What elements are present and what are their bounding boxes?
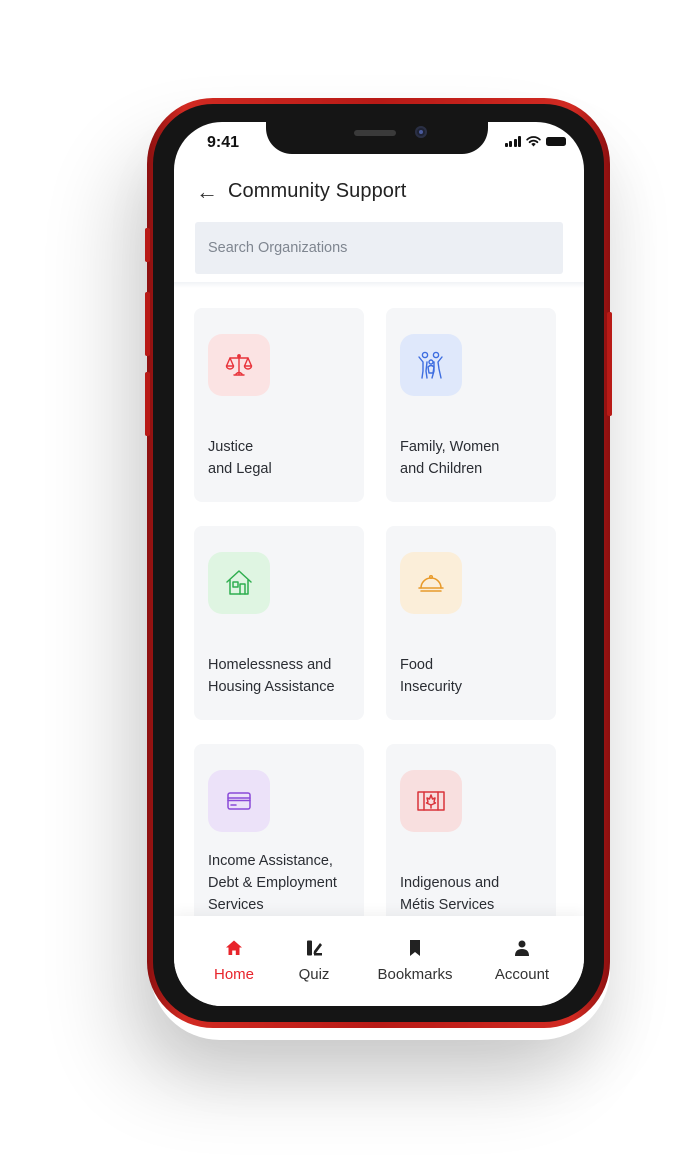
cloche-icon (418, 574, 444, 592)
category-label: Justice and Legal (208, 439, 272, 477)
bookmark-icon (370, 938, 460, 958)
category-label: Food Insecurity (400, 657, 463, 695)
tab-label: Account (494, 966, 550, 983)
tab-account[interactable]: Account (488, 938, 556, 983)
page-title: Community Support (228, 180, 407, 202)
house-icon (226, 570, 252, 595)
icon-box (208, 770, 270, 832)
search-bar (195, 222, 563, 274)
credit-card-icon (227, 792, 251, 810)
tab-quiz[interactable]: Quiz (294, 938, 334, 983)
flag-icon (417, 791, 445, 811)
notch (266, 122, 488, 154)
volume-up-button (145, 292, 150, 356)
wifi-icon (526, 136, 541, 147)
home-icon (210, 938, 258, 958)
tab-label: Bookmarks (377, 966, 453, 983)
signal-icon (504, 136, 521, 147)
tab-home[interactable]: Home (210, 938, 258, 983)
category-card-housing[interactable]: Homelessness and Housing Assistance (194, 526, 364, 720)
speaker-grille (354, 130, 396, 136)
category-label: Indigenous and Métis Services (400, 875, 500, 913)
header: ← Community Support (196, 180, 406, 203)
tab-bookmarks[interactable]: Bookmarks (370, 938, 460, 983)
family-icon (418, 351, 443, 379)
phone-screen: 9:41 ← Community Support Search Organiza… (174, 122, 584, 1006)
category-card-family[interactable]: Family, Women and Children (386, 308, 556, 502)
battery-icon (546, 137, 566, 146)
tab-label: Home (213, 966, 254, 983)
person-icon (488, 938, 556, 958)
tab-label: Quiz (298, 966, 330, 983)
category-card-income[interactable]: Income Assistance, Debt & Employment Ser… (194, 744, 364, 938)
category-label: Homelessness and Housing Assistance (208, 657, 335, 695)
tab-bar: Home Quiz Bookmarks Account (174, 916, 584, 1006)
power-button (607, 312, 612, 416)
category-card-indigenous[interactable]: Indigenous and Métis Services (386, 744, 556, 938)
icon-box (400, 552, 462, 614)
category-card-justice[interactable]: Justice and Legal (194, 308, 364, 502)
icon-box (400, 770, 462, 832)
header-divider (174, 282, 584, 288)
quiz-icon (294, 938, 334, 958)
front-camera (415, 126, 427, 138)
back-arrow-icon[interactable]: ← (196, 180, 218, 203)
icon-box (208, 552, 270, 614)
scales-icon (225, 354, 253, 376)
category-label: Income Assistance, Debt & Employment Ser… (208, 853, 337, 913)
volume-down-button (145, 372, 150, 436)
status-time: 9:41 (207, 134, 240, 151)
mute-switch (145, 228, 150, 262)
icon-box (208, 334, 270, 396)
search-input[interactable] (195, 222, 551, 274)
icon-box (400, 334, 462, 396)
category-label: Family, Women and Children (400, 439, 500, 477)
status-icons (504, 136, 566, 147)
category-card-food[interactable]: Food Insecurity (386, 526, 556, 720)
